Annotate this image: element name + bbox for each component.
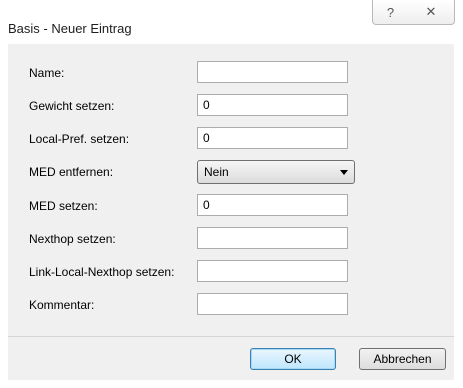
title-bar: Basis - Neuer Eintrag ? ✕ bbox=[0, 0, 463, 44]
field-row-weight: Gewicht setzen: 0 bbox=[8, 94, 454, 120]
local-pref-label: Local-Pref. setzen: bbox=[29, 132, 130, 146]
field-row-med-set: MED setzen: 0 bbox=[8, 194, 454, 220]
close-button[interactable]: ✕ bbox=[408, 0, 455, 25]
dialog-window: Basis - Neuer Eintrag ? ✕ Name: Gewicht … bbox=[0, 0, 463, 388]
med-remove-select[interactable]: Nein bbox=[197, 160, 355, 184]
field-row-local-pref: Local-Pref. setzen: 0 bbox=[8, 127, 454, 153]
med-set-field[interactable]: 0 bbox=[197, 194, 348, 216]
close-icon: ✕ bbox=[425, 4, 437, 19]
dialog-title: Basis - Neuer Eintrag bbox=[8, 21, 132, 36]
link-local-nexthop-field[interactable] bbox=[197, 260, 348, 282]
field-row-link-local-nexthop: Link-Local-Nexthop setzen: bbox=[8, 260, 454, 286]
field-row-comment: Kommentar: bbox=[8, 293, 454, 319]
button-bar: OK Abbrechen bbox=[8, 337, 454, 380]
name-field[interactable] bbox=[197, 61, 348, 83]
local-pref-field[interactable]: 0 bbox=[197, 127, 348, 149]
nexthop-label: Nexthop setzen: bbox=[29, 232, 116, 246]
link-local-nexthop-label: Link-Local-Nexthop setzen: bbox=[29, 265, 175, 279]
comment-field[interactable] bbox=[197, 293, 348, 315]
name-label: Name: bbox=[29, 66, 65, 80]
field-row-name: Name: bbox=[8, 61, 454, 87]
help-button[interactable]: ? bbox=[372, 0, 409, 25]
help-icon: ? bbox=[386, 4, 395, 20]
field-row-nexthop: Nexthop setzen: bbox=[8, 227, 454, 253]
med-remove-value: Nein bbox=[204, 165, 229, 179]
cancel-button[interactable]: Abbrechen bbox=[359, 348, 446, 370]
ok-button[interactable]: OK bbox=[250, 348, 336, 370]
chevron-down-icon bbox=[340, 170, 348, 175]
weight-field[interactable]: 0 bbox=[197, 94, 348, 116]
weight-label: Gewicht setzen: bbox=[29, 99, 115, 113]
nexthop-field[interactable] bbox=[197, 227, 348, 249]
field-row-med-remove: MED entfernen: Nein bbox=[8, 160, 454, 186]
med-remove-label: MED entfernen: bbox=[29, 165, 114, 179]
med-set-label: MED setzen: bbox=[29, 199, 98, 213]
form-panel: Name: Gewicht setzen: 0 Local-Pref. setz… bbox=[8, 44, 454, 336]
comment-label: Kommentar: bbox=[29, 298, 95, 312]
